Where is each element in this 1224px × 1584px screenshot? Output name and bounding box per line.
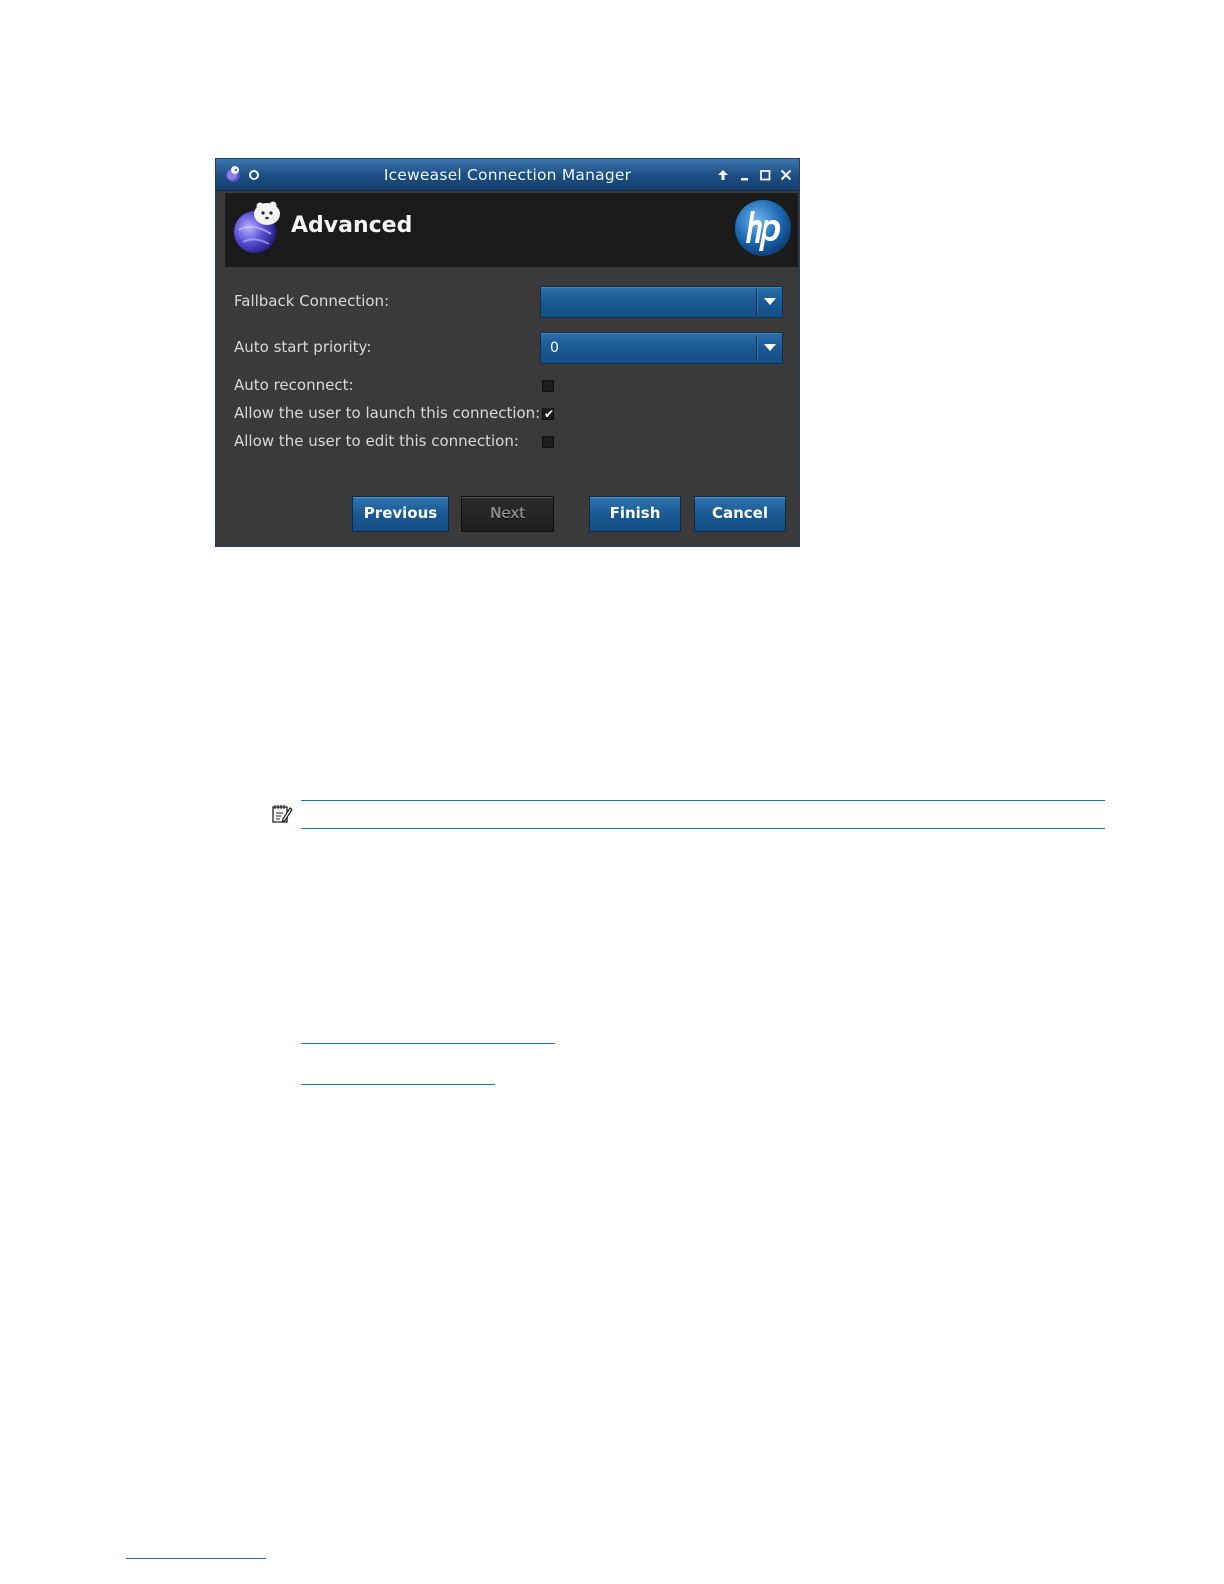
note-top-rule xyxy=(301,800,1105,801)
hp-logo xyxy=(735,200,791,256)
checkmark-icon: ✔ xyxy=(544,407,555,421)
header-banner: Advanced xyxy=(225,193,798,267)
finish-button[interactable]: Finish xyxy=(589,496,681,532)
allow-edit-label: Allow the user to edit this connection: xyxy=(234,432,519,450)
previous-button[interactable]: Previous xyxy=(352,496,449,532)
next-button[interactable]: Next xyxy=(461,496,554,532)
note-icon xyxy=(272,805,293,823)
auto-start-priority-select[interactable]: 0 xyxy=(540,332,783,364)
allow-edit-checkbox[interactable] xyxy=(542,436,554,448)
cancel-button[interactable]: Cancel xyxy=(694,496,786,532)
auto-reconnect-label: Auto reconnect: xyxy=(234,376,354,394)
close-icon[interactable] xyxy=(777,166,794,184)
auto-reconnect-checkbox[interactable] xyxy=(542,380,554,392)
link-underline[interactable] xyxy=(301,1043,555,1044)
fallback-connection-select[interactable] xyxy=(540,286,783,318)
window-controls xyxy=(714,166,794,184)
up-arrow-icon[interactable] xyxy=(714,166,731,184)
combo-separator xyxy=(756,335,757,361)
minimize-icon[interactable] xyxy=(735,166,752,184)
combo-separator xyxy=(756,289,757,315)
allow-launch-label: Allow the user to launch this connection… xyxy=(234,404,541,422)
maximize-icon[interactable] xyxy=(756,166,773,184)
fallback-connection-label: Fallback Connection: xyxy=(234,292,390,310)
title-bar[interactable]: Iceweasel Connection Manager xyxy=(216,159,799,191)
chevron-down-icon[interactable] xyxy=(764,344,776,351)
note-bottom-rule xyxy=(301,828,1105,829)
window-title: Iceweasel Connection Manager xyxy=(383,166,632,184)
connection-manager-window: Iceweasel Connection Manager Advanced Fa… xyxy=(215,158,800,547)
link-underline[interactable] xyxy=(301,1084,495,1085)
allow-launch-checkbox[interactable]: ✔ xyxy=(542,407,555,421)
chevron-down-icon[interactable] xyxy=(764,298,776,305)
iceweasel-icon xyxy=(234,201,280,253)
auto-start-priority-label: Auto start priority: xyxy=(234,338,372,356)
page-title: Advanced xyxy=(291,213,413,238)
auto-start-priority-value: 0 xyxy=(550,340,559,356)
footer-rule xyxy=(126,1558,266,1559)
